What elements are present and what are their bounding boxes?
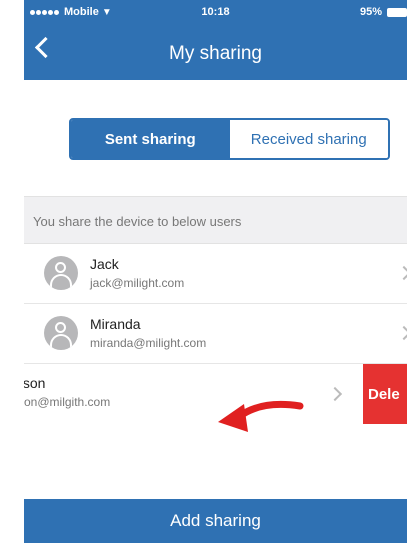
header: Mobile ▼ 10:18 95% My sharing [24,0,407,80]
user-name: Miranda [90,316,141,332]
status-time: 10:18 [201,6,230,18]
avatar-icon [44,256,78,290]
nav-bar: My sharing [24,30,407,76]
section-header-text: You share the device to below users [33,214,242,229]
user-email: pierson@milgith.com [24,395,111,409]
user-name: Jack [90,256,119,272]
tab-sent-sharing[interactable]: Sent sharing [71,120,230,158]
sharing-tabs: Sent sharing Received sharing [69,118,390,160]
status-bar: Mobile ▼ 10:18 95% [24,0,407,26]
swipe-arrow-icon [218,400,304,432]
user-email: jack@milight.com [90,276,185,290]
delete-button[interactable]: Dele [363,364,407,424]
page-title: My sharing [169,43,262,64]
chevron-right-icon [327,386,343,402]
battery-percent: 95% [359,6,382,18]
list-item-jack[interactable]: Jack jack@milight.com [24,244,407,304]
avatar-icon [44,316,78,350]
user-email: miranda@milight.com [90,336,207,350]
swiped-row-content[interactable]: Pierson pierson@milgith.com [24,364,366,424]
section-header: You share the device to below users [24,196,407,244]
add-sharing-button[interactable]: Add sharing [24,499,407,543]
list-item-miranda[interactable]: Miranda miranda@milight.com [24,304,407,364]
phone-screen: Mobile ▼ 10:18 95% My sharing Sent shari… [24,0,407,543]
chevron-right-icon [396,325,407,341]
tab-received-sharing[interactable]: Received sharing [229,120,388,158]
user-name: Pierson [24,375,46,391]
battery-indicator: 95% [360,6,407,18]
chevron-right-icon [396,265,407,281]
battery-icon [387,7,407,17]
segment-area: Sent sharing Received sharing [24,80,407,196]
